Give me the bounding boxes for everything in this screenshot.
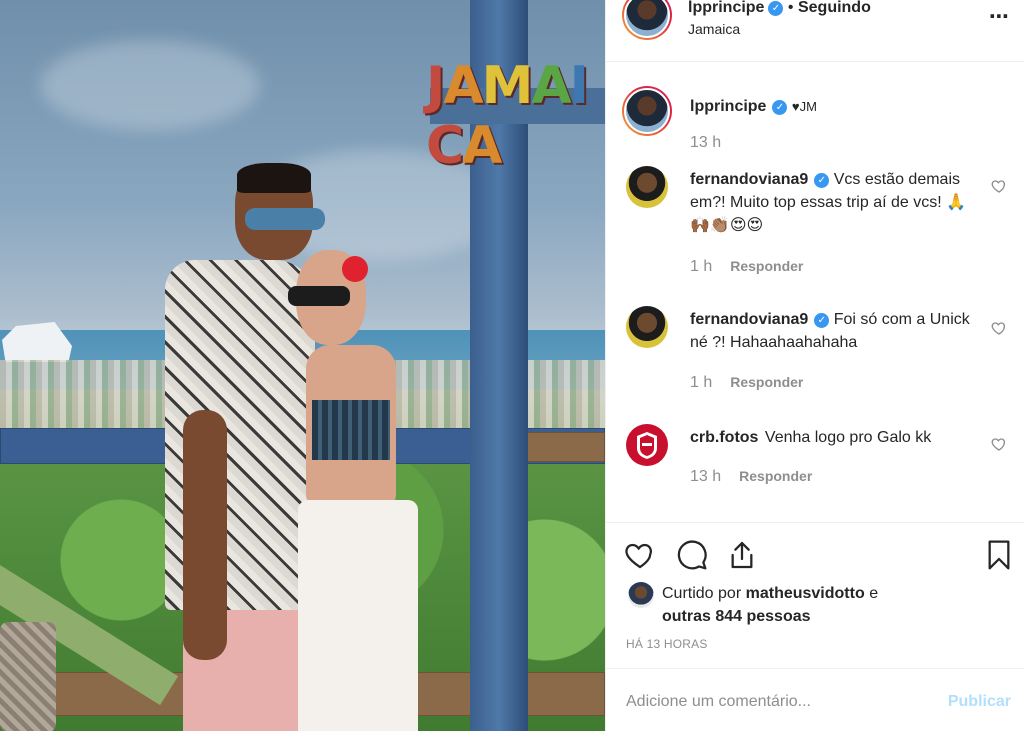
comment-meta: 1 h Responder (690, 258, 803, 276)
woman-figure (288, 246, 428, 731)
heart-icon[interactable] (624, 539, 656, 571)
comment-input[interactable]: Adicione um comentário... (626, 693, 811, 711)
post-location[interactable]: Jamaica (688, 21, 740, 37)
commenter-avatar[interactable] (626, 424, 668, 466)
comment-meta: 13 h Responder (690, 468, 812, 486)
caption-body: ♥JM (791, 99, 817, 114)
add-comment-bar: Adicione um comentário... Publicar (606, 668, 1024, 731)
cloud (40, 40, 260, 130)
verified-badge-icon: ✓ (814, 173, 830, 188)
post-timestamp[interactable]: HÁ 13 HORAS (626, 637, 708, 651)
following-button[interactable]: Seguindo (798, 0, 871, 16)
wicker-chair (0, 622, 56, 731)
comment-like-heart-icon[interactable] (991, 178, 1007, 194)
comment-text: fernandoviana9 ✓ Vcs estão demais em?! Mu… (690, 168, 980, 237)
jamaica-sign: JAMAICA (426, 56, 589, 176)
bookmark-icon[interactable] (983, 539, 1015, 571)
share-icon[interactable] (726, 539, 758, 571)
separator-dot: • (787, 0, 794, 16)
commenter-username[interactable]: fernandoviana9 (690, 311, 808, 328)
caption-time[interactable]: 13 h (690, 134, 721, 152)
author-username[interactable]: lpprincipe (688, 0, 764, 16)
reply-button[interactable]: Responder (730, 258, 803, 274)
likes-prefix: Curtido por (662, 585, 742, 602)
commenter-username[interactable]: fernandoviana9 (690, 171, 808, 188)
post-photo[interactable]: JAMAICA (0, 0, 605, 731)
comment-icon[interactable] (676, 539, 708, 571)
post-sidebar: lpprincipe ✓ • Seguindo Jamaica ⋯ lpprinc… (605, 0, 1024, 731)
caption-username[interactable]: lpprincipe (690, 98, 766, 115)
comments-list: lpprincipe ✓ ♥JM 13 h fernandoviana9 ✓ Vcs… (606, 62, 1024, 522)
more-options-icon[interactable]: ⋯ (989, 4, 1010, 29)
likes-conj: e (869, 585, 879, 602)
comment-time[interactable]: 13 h (690, 468, 721, 485)
liker-username[interactable]: matheusvidotto (746, 585, 865, 602)
crb-logo-icon (637, 432, 657, 459)
header-title: lpprincipe ✓ • Seguindo (688, 0, 871, 17)
comment-text: fernandoviana9 ✓ Foi só com a Unick né ?!… (690, 308, 980, 354)
verified-badge-icon: ✓ (772, 100, 788, 115)
comment-meta: 1 h Responder (690, 374, 803, 392)
caption-avatar[interactable] (622, 86, 672, 136)
commenter-avatar[interactable] (626, 166, 668, 208)
post-header: lpprincipe ✓ • Seguindo Jamaica ⋯ (606, 0, 1024, 62)
caption-text: lpprincipe ✓ ♥JM (690, 95, 980, 118)
verified-badge-icon: ✓ (768, 1, 784, 16)
author-avatar[interactable] (622, 0, 672, 40)
likes-summary: Curtido por matheusvidotto e outras 844 … (662, 582, 1002, 628)
commenter-username[interactable]: crb.fotos (690, 429, 758, 446)
cruise-ship (2, 322, 72, 362)
commenter-avatar[interactable] (626, 306, 668, 348)
action-bar (606, 522, 1024, 590)
comment-body: Venha logo pro Galo kk (764, 429, 932, 446)
reply-button[interactable]: Responder (730, 374, 803, 390)
comment-like-heart-icon[interactable] (991, 436, 1007, 452)
comment-time[interactable]: 1 h (690, 374, 712, 391)
comment-time[interactable]: 1 h (690, 258, 712, 275)
reply-button[interactable]: Responder (739, 468, 812, 484)
likes-others-link[interactable]: outras 844 pessoas (662, 608, 811, 625)
comment-like-heart-icon[interactable] (991, 320, 1007, 336)
comment-text: crb.fotos Venha logo pro Galo kk (690, 426, 980, 449)
liker-avatar[interactable] (628, 582, 654, 608)
publish-button[interactable]: Publicar (948, 693, 1011, 711)
verified-badge-icon: ✓ (814, 313, 830, 328)
